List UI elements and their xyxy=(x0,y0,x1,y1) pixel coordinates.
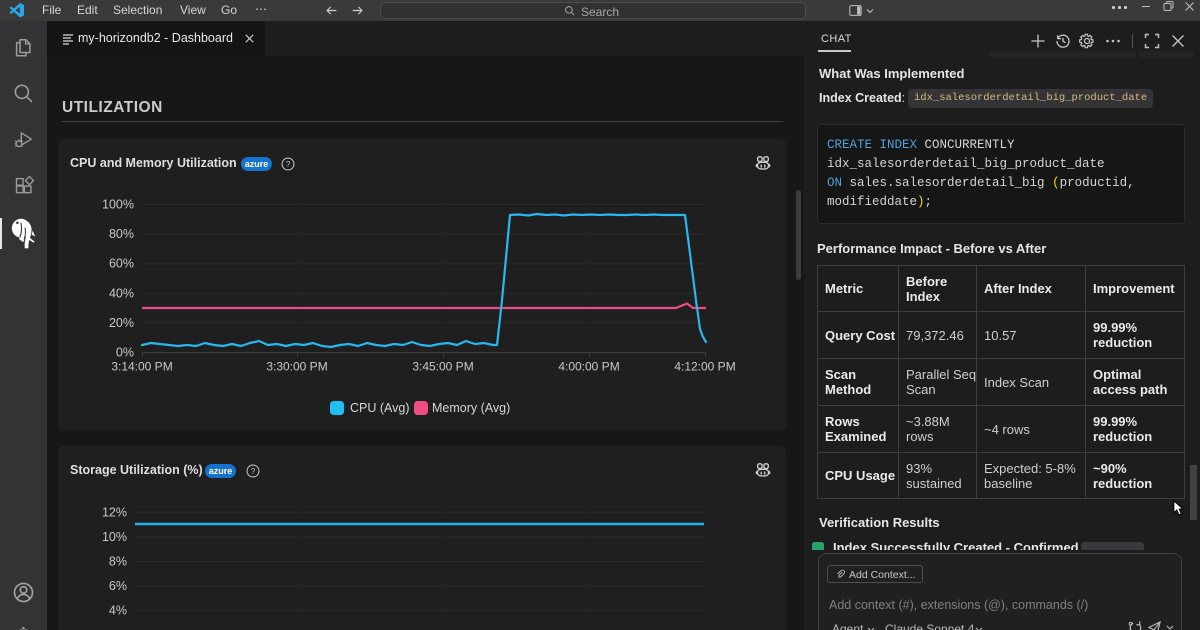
svg-text:100%: 100% xyxy=(102,198,134,212)
svg-text:3:30:00 PM: 3:30:00 PM xyxy=(266,360,327,374)
svg-text:3:45:00 PM: 3:45:00 PM xyxy=(412,360,473,374)
svg-text:4:12:00 PM: 4:12:00 PM xyxy=(674,360,735,374)
svg-text:10%: 10% xyxy=(102,530,127,544)
svg-text:40%: 40% xyxy=(109,286,134,300)
svg-text:60%: 60% xyxy=(109,257,134,271)
svg-text:80%: 80% xyxy=(109,227,134,241)
svg-text:4%: 4% xyxy=(109,604,127,618)
svg-text:6%: 6% xyxy=(109,579,127,593)
svg-text:3:14:00 PM: 3:14:00 PM xyxy=(111,360,172,374)
svg-text:0%: 0% xyxy=(116,346,134,360)
svg-text:4:00:00 PM: 4:00:00 PM xyxy=(558,360,619,374)
svg-text:8%: 8% xyxy=(109,555,127,569)
svg-text:20%: 20% xyxy=(109,316,134,330)
svg-text:12%: 12% xyxy=(102,505,127,519)
svg-text:Memory (Avg): Memory (Avg) xyxy=(432,401,510,415)
svg-text:CPU (Avg): CPU (Avg) xyxy=(350,401,410,415)
